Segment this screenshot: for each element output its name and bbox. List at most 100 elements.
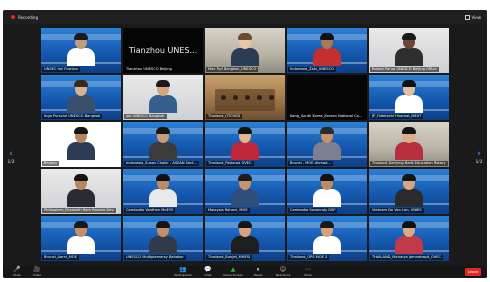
participant-name: Malaysia Rohani, MOE — [206, 208, 250, 213]
participant-tile[interactable]: Thailand_OPS MOE 2 — [287, 216, 367, 261]
participant-name: Robert Parua UNESCO Beijing Office — [370, 67, 439, 72]
avatar-body — [313, 189, 341, 207]
participant-video — [148, 219, 178, 254]
toolbar-label: Participants — [174, 273, 192, 277]
attendee-head — [269, 95, 274, 100]
recording-icon — [11, 15, 15, 19]
participant-tile[interactable]: Thailand_Bunjet_MHESI — [205, 216, 285, 261]
toolbar-button[interactable]: ▲ Share Screen — [223, 266, 243, 278]
avatar-hair — [238, 127, 252, 134]
toolbar-button[interactable]: 🎤 Mute — [7, 266, 27, 278]
avatar-body — [395, 95, 423, 113]
participant-name: UNESCO Multiplemarsy Bahakor — [124, 255, 186, 260]
avatar-hair — [238, 33, 252, 40]
participant-name: Brunei - MOE Ahmad... — [288, 161, 333, 166]
participant-name: Max Fyd Bangkok_UNESCO — [206, 67, 259, 72]
participant-name: Thailand_OPS MOE 2 — [288, 255, 330, 260]
participant-tile[interactable]: Thailand Darlying Beds Education Rotary — [369, 122, 449, 167]
participant-tile[interactable]: Vietnam Do Van Lan, VNIES — [369, 169, 449, 214]
participant-tile[interactable]: UNESCO Multiplemarsy Bahakor — [123, 216, 203, 261]
avatar-body — [149, 142, 177, 160]
participant-name: Thailand_Bunjet_MHESI — [206, 255, 253, 260]
avatar-hair — [156, 127, 170, 134]
participant-video — [394, 219, 424, 254]
avatar-hair — [156, 80, 170, 87]
avatar-hair — [74, 33, 88, 40]
participant-name: JP_Hidetoshi Hiramat_MEXT — [370, 114, 424, 119]
page-indicator-left: 1/2 — [7, 159, 15, 164]
leave-button[interactable]: Leave — [465, 268, 481, 276]
participant-tile[interactable]: Job UNESCO Bangkok — [123, 75, 203, 120]
participant-tile[interactable]: UNSEC Imi Fushion — [41, 28, 121, 73]
participant-tile[interactable]: THAILAND_Nichaiya Jamnahapit_OVEC — [369, 216, 449, 261]
participant-video — [148, 125, 178, 160]
participant-tile[interactable]: Robert Parua UNESCO Beijing Office — [369, 28, 449, 73]
previous-page-button[interactable]: ‹ 1/2 — [7, 150, 15, 165]
avatar-hair — [74, 127, 88, 134]
participant-video — [394, 172, 424, 207]
attendee-head — [233, 95, 238, 100]
avatar-body — [395, 48, 423, 66]
avatar-hair — [320, 33, 334, 40]
participant-name: Brunei_Aarni_MOE — [42, 255, 79, 260]
participant-tile[interactable]: Cambodia Vanthen MoEYS — [123, 169, 203, 214]
participant-tile[interactable]: Indonesia_Susan Chakir - ASEAN Sect... — [123, 122, 203, 167]
avatar-body — [395, 236, 423, 254]
participant-name: Indonesia_Zaki_UNESCO — [288, 67, 336, 72]
participant-name: Thailand_Pattaraa OVEC — [206, 161, 254, 166]
participant-tile[interactable]: Thailand_Pattaraa OVEC — [205, 122, 285, 167]
avatar-body — [231, 142, 259, 160]
participant-name: THAILAND_Nichaiya Jamnahapit_OVEC — [370, 255, 444, 260]
participant-tile[interactable]: Indonesia_Zaki_UNESCO — [287, 28, 367, 73]
participant-name: Kang_South Korea_Korean National Co... — [288, 114, 365, 119]
recording-label: Recording — [18, 14, 39, 20]
participant-tile[interactable]: Philippines_Elizabeth Ram Rosario Dev — [41, 169, 121, 214]
view-button[interactable]: View — [464, 14, 481, 20]
participant-tile[interactable]: Brunei - MOE Ahmad... — [287, 122, 367, 167]
participant-tile[interactable]: Thailand_OTCHED — [205, 75, 285, 120]
avatar-hair — [74, 221, 88, 228]
toolbar-label: Video — [32, 273, 42, 277]
avatar-body — [231, 236, 259, 254]
participant-video — [66, 78, 96, 113]
participant-tile[interactable]: Bhutan — [41, 122, 121, 167]
participant-name: Cambodia Vanthen MoEYS — [124, 208, 176, 213]
participant-tile[interactable]: Max Fyd Bangkok_UNESCO — [205, 28, 285, 73]
participant-tile[interactable]: Cambodia Sovanndy DSP — [287, 169, 367, 214]
conference-room-video — [215, 89, 275, 111]
participant-tile[interactable]: Brunei_Aarni_MOE — [41, 216, 121, 261]
avatar-body — [149, 236, 177, 254]
participant-name: Ingo Pursche UNESCO Bangkok — [42, 114, 103, 119]
toolbar-label: Pause — [253, 273, 263, 277]
grid-view-icon — [464, 14, 470, 20]
toolbar-label: Mute — [13, 273, 21, 277]
meeting-toolbar: 🎤 Mute 🎥 Video 👥 Participants 💬 Chat ▲ Share Scr… — [3, 266, 487, 278]
avatar-body — [231, 48, 259, 66]
avatar-hair — [402, 174, 416, 181]
avatar-hair — [320, 174, 334, 181]
top-bar: Recording View — [3, 10, 487, 24]
attendee-head — [257, 95, 262, 100]
participant-tile[interactable]: Kang_South Korea_Korean National Co... — [287, 75, 367, 120]
avatar-hair — [156, 174, 170, 181]
participant-tile[interactable]: Malaysia Rohani, MOE — [205, 169, 285, 214]
avatar-body — [67, 95, 95, 113]
participant-video — [230, 125, 260, 160]
toolbar-button[interactable]: 🎥 Video — [27, 266, 47, 278]
toolbar-button[interactable]: ☺ Reactions — [273, 266, 293, 278]
avatar-hair — [238, 174, 252, 181]
toolbar-button[interactable]: ⏸ Pause — [248, 266, 268, 278]
toolbar-button[interactable]: ⋯ More — [298, 266, 318, 278]
participant-tile[interactable]: Tianzhou UNES... Tianzhou UNESCO Beijing — [123, 28, 203, 73]
participant-video — [148, 172, 178, 207]
participant-video — [66, 31, 96, 66]
toolbar-button[interactable]: 👥 Participants — [173, 266, 193, 278]
participant-display-name: Tianzhou UNES... — [128, 46, 198, 55]
next-page-button[interactable]: › 1/2 — [475, 150, 483, 165]
page-indicator-right: 1/2 — [475, 159, 483, 164]
participant-tile[interactable]: JP_Hidetoshi Hiramat_MEXT — [369, 75, 449, 120]
participant-tile[interactable]: Ingo Pursche UNESCO Bangkok — [41, 75, 121, 120]
avatar-hair — [74, 80, 88, 87]
participant-name: Indonesia_Susan Chakir - ASEAN Sect... — [124, 161, 199, 166]
toolbar-button[interactable]: 💬 Chat — [198, 266, 218, 278]
